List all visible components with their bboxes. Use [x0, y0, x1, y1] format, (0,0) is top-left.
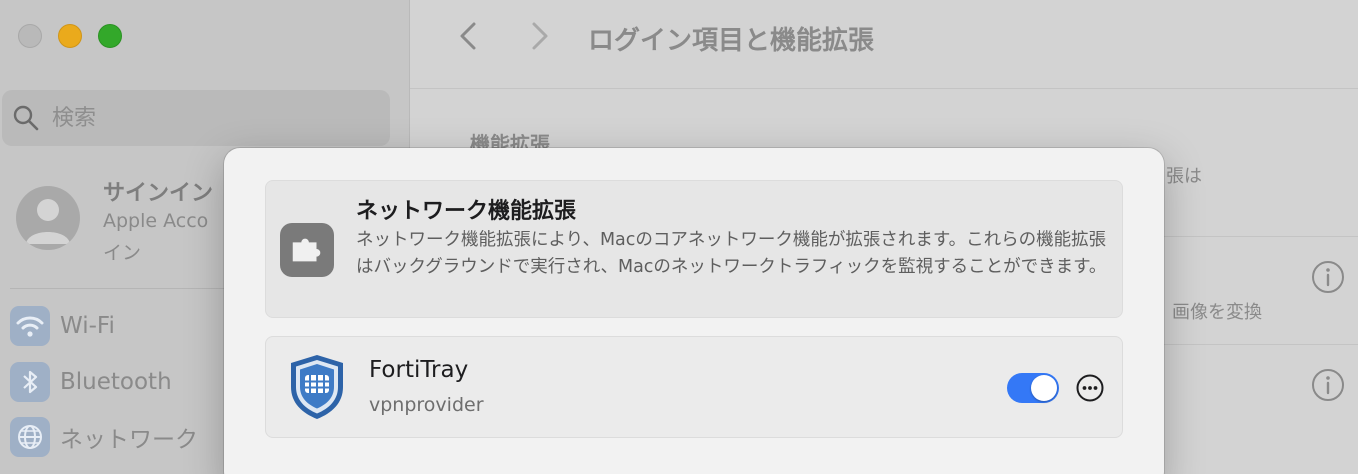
sidebar-item-label: ネットワーク: [60, 427, 198, 453]
wifi-icon: [10, 306, 50, 346]
extension-enable-toggle[interactable]: [1007, 373, 1059, 403]
info-icon[interactable]: [1311, 260, 1345, 294]
more-options-icon[interactable]: [1075, 373, 1105, 403]
background-text-fragment: 画像を変換: [1172, 302, 1262, 323]
sheet-header: ネットワーク機能拡張 ネットワーク機能拡張により、Macのコアネットワーク機能が…: [265, 180, 1123, 318]
back-button[interactable]: [450, 16, 490, 56]
network-extensions-sheet: ネットワーク機能拡張 ネットワーク機能拡張により、Macのコアネットワーク機能が…: [224, 148, 1164, 474]
extension-row: FortiTray vpnprovider: [265, 336, 1123, 438]
background-text-fragment: 張は: [1166, 166, 1202, 187]
sidebar-item-label: Bluetooth: [60, 369, 172, 395]
sheet-title: ネットワーク機能拡張: [356, 199, 577, 224]
row-divider: [1164, 344, 1358, 345]
search-input[interactable]: [52, 105, 352, 131]
search-field[interactable]: [2, 90, 390, 146]
extension-name: FortiTray: [369, 357, 469, 383]
settings-window: サインイン Apple Acco イン Wi-Fi Bluetooth: [0, 0, 1358, 474]
avatar[interactable]: [16, 186, 80, 250]
account-subtitle: Apple Acco: [103, 210, 209, 232]
close-window-button[interactable]: [18, 24, 42, 48]
extension-type: vpnprovider: [369, 394, 484, 416]
globe-icon: [10, 417, 50, 457]
sheet-description: ネットワーク機能拡張により、Macのコアネットワーク機能が拡張されます。これらの…: [356, 230, 1107, 277]
sidebar-item-bluetooth[interactable]: Bluetooth: [10, 360, 172, 404]
sidebar-item-label: Wi-Fi: [60, 313, 115, 339]
minimize-window-button[interactable]: [58, 24, 82, 48]
toggle-knob: [1031, 375, 1057, 401]
maximize-window-button[interactable]: [98, 24, 122, 48]
account-subtitle-line2: イン: [103, 242, 142, 264]
search-icon: [13, 105, 39, 131]
page-title: ログイン項目と機能拡張: [588, 26, 875, 56]
row-divider: [1164, 236, 1358, 237]
bluetooth-icon: [10, 362, 50, 402]
extension-puzzle-icon: [280, 223, 334, 277]
account-title[interactable]: サインイン: [103, 175, 213, 207]
forward-button[interactable]: [520, 16, 560, 56]
info-icon[interactable]: [1311, 368, 1345, 402]
person-icon: [26, 199, 70, 244]
fortitray-shield-icon: [291, 355, 343, 419]
toolbar-divider: [410, 88, 1358, 89]
sidebar-item-network[interactable]: ネットワーク: [10, 415, 198, 459]
sidebar-item-wifi[interactable]: Wi-Fi: [10, 304, 115, 348]
